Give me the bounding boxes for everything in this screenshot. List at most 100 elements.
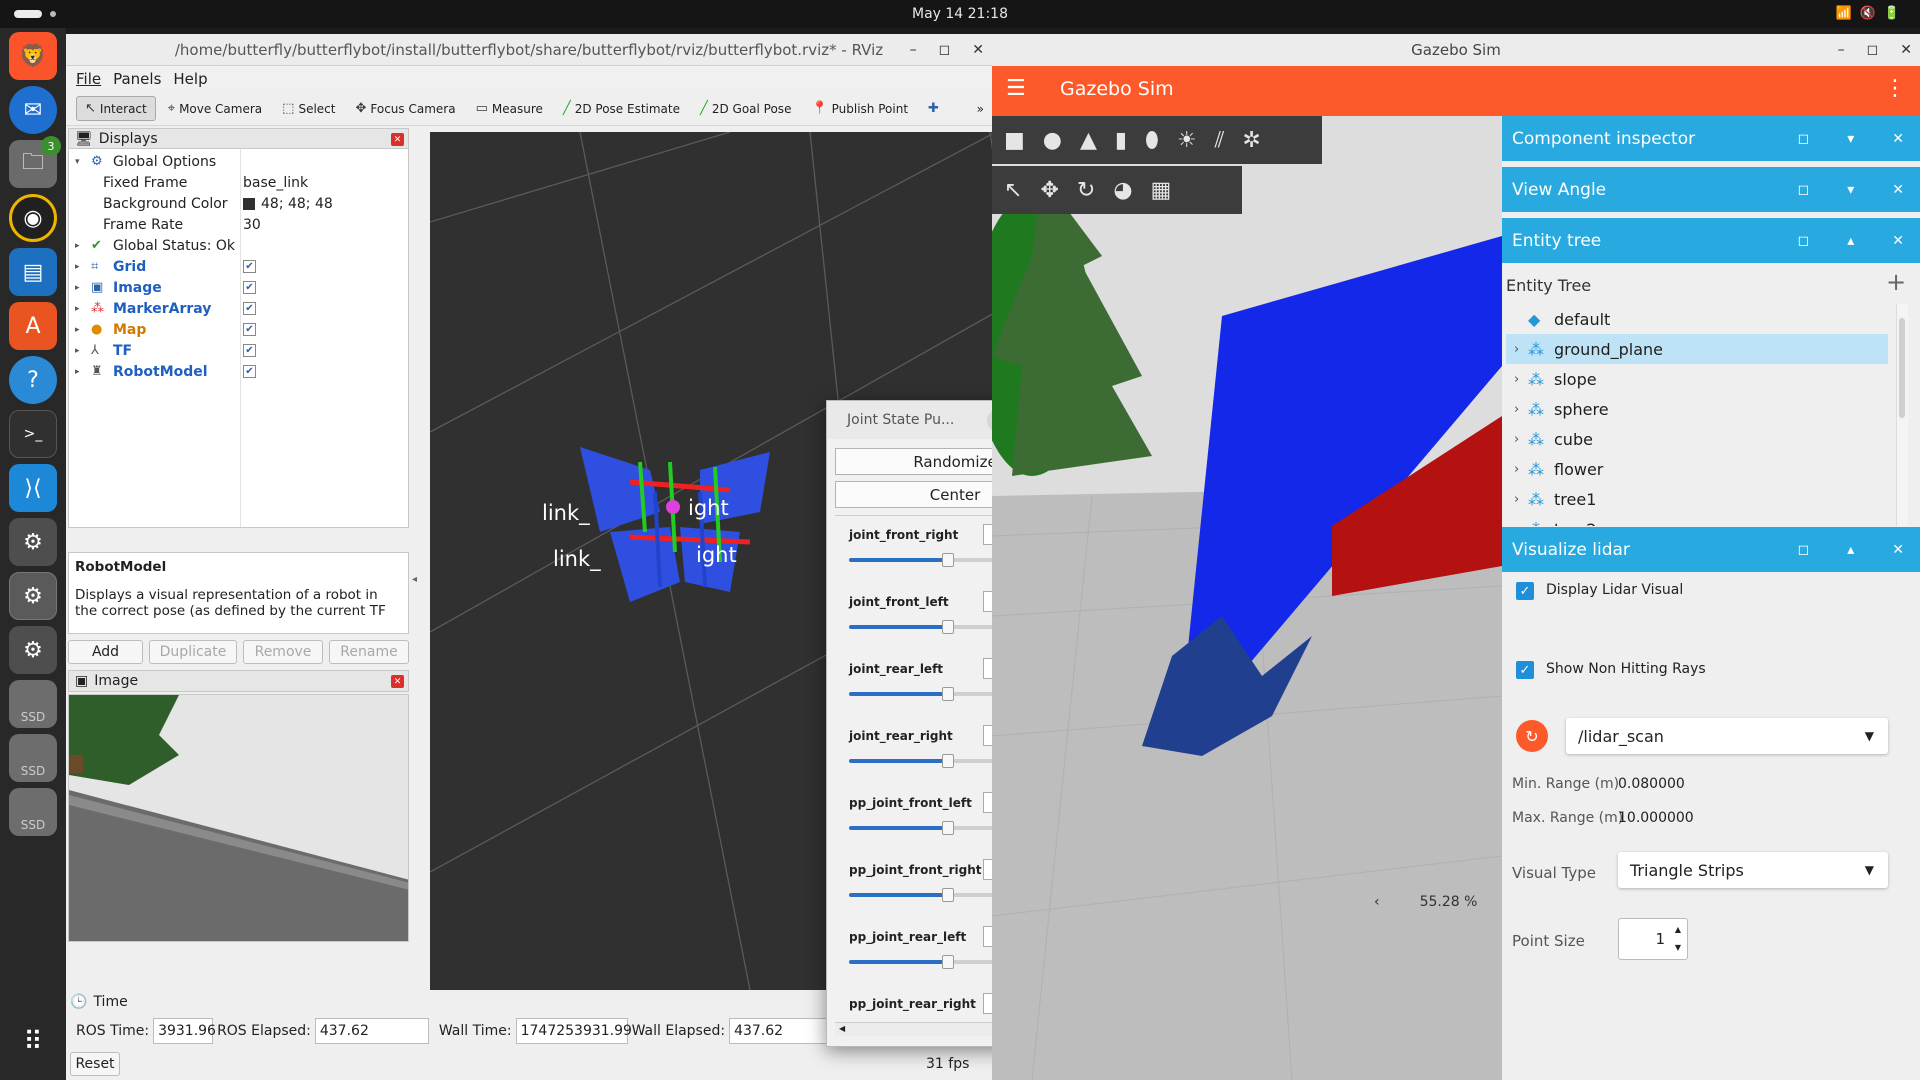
- close-panel-icon[interactable]: ✕: [391, 133, 404, 146]
- remove-button[interactable]: Remove: [243, 640, 323, 664]
- cone-icon[interactable]: ▲: [1080, 128, 1097, 153]
- visualize-lidar-header[interactable]: Visualize lidar ◻ ▴ ✕: [1502, 527, 1920, 575]
- tool-select[interactable]: ⬚ Select: [274, 97, 343, 120]
- gazebo-window-title[interactable]: Gazebo Sim: [992, 34, 1920, 66]
- tool-focus-camera[interactable]: ✥ Focus Camera: [347, 97, 463, 120]
- tree-row-map[interactable]: ▸ ● Map ✔: [69, 319, 408, 340]
- settings-gear-icon[interactable]: ⚙: [9, 518, 57, 566]
- enable-checkbox[interactable]: ✔: [243, 281, 256, 294]
- tree-row-tf[interactable]: ▸ ⅄ TF ✔: [69, 340, 408, 361]
- fixed-frame-value[interactable]: base_link: [243, 175, 308, 191]
- tool-interact[interactable]: ↖ Interact: [76, 96, 156, 121]
- enable-checkbox[interactable]: ✔: [243, 323, 256, 336]
- terminal-icon[interactable]: >_: [9, 410, 57, 458]
- cylinder-icon[interactable]: ▮: [1115, 128, 1127, 153]
- expand-arrow-icon[interactable]: ▸: [75, 283, 80, 293]
- tree-row-background-color[interactable]: Background Color 48; 48; 48: [69, 193, 408, 214]
- joint-slider-handle[interactable]: [942, 754, 954, 768]
- joint-slider-handle[interactable]: [942, 620, 954, 634]
- vscode-icon[interactable]: ⟩⟨: [9, 464, 57, 512]
- scroll-thumb[interactable]: [1899, 318, 1905, 418]
- spin-up-icon[interactable]: ▲: [1675, 925, 1681, 934]
- rviz-title[interactable]: /home/butterfly/butterflybot/install/but…: [66, 34, 992, 66]
- expand-arrow-icon[interactable]: ▸: [75, 262, 80, 272]
- spot-light-icon[interactable]: ✲: [1242, 128, 1260, 153]
- tool-2d-pose-estimate[interactable]: ╱ 2D Pose Estimate: [555, 97, 688, 120]
- ros-time-field[interactable]: 3931.96: [153, 1018, 216, 1044]
- enable-checkbox[interactable]: ✔: [243, 344, 256, 357]
- tree-row-image[interactable]: ▸ ▣ Image ✔: [69, 277, 408, 298]
- background-color-value[interactable]: 48; 48; 48: [243, 196, 333, 212]
- close-icon[interactable]: ✕: [972, 42, 984, 58]
- float-icon[interactable]: ◻: [1798, 131, 1810, 147]
- kebab-menu-icon[interactable]: ⋮: [1884, 76, 1906, 101]
- enable-checkbox[interactable]: ✔: [243, 260, 256, 273]
- float-icon[interactable]: ◻: [1798, 182, 1810, 198]
- rhythmbox-icon[interactable]: ◉: [9, 194, 57, 242]
- chevron-right-icon[interactable]: ›: [1514, 342, 1519, 357]
- entity-tree-header[interactable]: Entity tree ◻ ▴ ✕: [1502, 218, 1920, 266]
- tree-row-frame-rate[interactable]: Frame Rate 30: [69, 214, 408, 235]
- entity-row-sphere[interactable]: › ⁂ sphere: [1506, 394, 1888, 424]
- chevron-right-icon[interactable]: ›: [1514, 432, 1519, 447]
- visual-type-select[interactable]: Triangle Strips ▼: [1618, 852, 1888, 888]
- expand-arrow-icon[interactable]: ▸: [75, 325, 80, 335]
- frame-rate-value[interactable]: 30: [243, 217, 261, 233]
- menu-file[interactable]: File: [76, 70, 101, 88]
- joint-slider-handle[interactable]: [942, 553, 954, 567]
- close-icon[interactable]: ✕: [1892, 182, 1904, 198]
- capsule-icon[interactable]: ⬮: [1145, 128, 1159, 153]
- spin-down-icon[interactable]: ▼: [1675, 943, 1681, 952]
- float-icon[interactable]: ◻: [1798, 233, 1810, 249]
- sphere-icon[interactable]: ●: [1043, 128, 1062, 153]
- duplicate-button[interactable]: Duplicate: [149, 640, 237, 664]
- app-center-icon[interactable]: A: [9, 302, 57, 350]
- chevron-right-icon[interactable]: ›: [1514, 402, 1519, 417]
- maximize-icon[interactable]: ◻: [939, 42, 951, 58]
- expand-icon[interactable]: ▴: [1847, 542, 1854, 558]
- entity-row-slope[interactable]: › ⁂ slope: [1506, 364, 1888, 394]
- add-entity-icon[interactable]: +: [1886, 268, 1906, 296]
- rviz-gear-icon[interactable]: ⚙: [9, 572, 57, 620]
- help-icon[interactable]: ?: [9, 356, 57, 404]
- snap-icon[interactable]: ◕: [1113, 178, 1132, 203]
- non-hitting-rays-checkbox[interactable]: ✓: [1516, 661, 1534, 679]
- select-mode-icon[interactable]: ↖: [1004, 178, 1022, 203]
- entity-row-tree1[interactable]: › ⁂ tree1: [1506, 484, 1888, 514]
- joint-slider-handle[interactable]: [942, 821, 954, 835]
- add-button[interactable]: Add: [68, 640, 143, 664]
- refresh-icon[interactable]: ↻: [1516, 720, 1548, 752]
- close-icon[interactable]: ✕: [1892, 542, 1904, 558]
- ros-elapsed-field[interactable]: 437.62: [314, 1018, 429, 1044]
- joint-slider-handle[interactable]: [942, 955, 954, 969]
- gazebo-gear-icon[interactable]: ⚙: [9, 626, 57, 674]
- wall-elapsed-field[interactable]: 437.62: [729, 1018, 830, 1044]
- tree-row-fixed-frame[interactable]: Fixed Frame base_link: [69, 172, 408, 193]
- entity-row-default[interactable]: ◆ default: [1506, 304, 1888, 334]
- expand-arrow-icon[interactable]: ▸: [75, 367, 80, 377]
- splitter-arrow-icon[interactable]: ◂: [412, 574, 417, 585]
- ssd-drive-icon[interactable]: SSD: [9, 734, 57, 782]
- ssd-drive-icon[interactable]: SSD: [9, 788, 57, 836]
- hamburger-menu-icon[interactable]: ☰: [1006, 76, 1026, 101]
- entity-scrollbar[interactable]: [1896, 304, 1908, 526]
- toolbar-overflow[interactable]: »: [969, 98, 992, 120]
- thunderbird-icon[interactable]: ✉: [9, 86, 57, 134]
- tree-row-robot-model[interactable]: ▸ ♜ RobotModel ✔: [69, 361, 408, 382]
- directional-light-icon[interactable]: ⫽: [1215, 128, 1225, 153]
- joint-slider-handle[interactable]: [942, 888, 954, 902]
- wall-time-field[interactable]: 1747253931.99: [515, 1018, 632, 1044]
- expand-arrow-icon[interactable]: ▾: [75, 157, 80, 167]
- sun-light-icon[interactable]: ☀: [1177, 128, 1197, 153]
- files-icon[interactable]: 🗀 3: [9, 136, 61, 188]
- expand-arrow-icon[interactable]: ▸: [75, 241, 80, 251]
- enable-checkbox[interactable]: ✔: [243, 365, 256, 378]
- reset-button[interactable]: Reset: [70, 1052, 120, 1076]
- component-inspector-header[interactable]: Component inspector ◻ ▾ ✕: [1502, 116, 1920, 164]
- rename-button[interactable]: Rename: [329, 640, 409, 664]
- brave-browser-icon[interactable]: 🦁: [9, 32, 57, 80]
- display-lidar-checkbox[interactable]: ✓: [1516, 582, 1534, 600]
- show-apps-icon[interactable]: ⠿: [9, 1018, 57, 1066]
- rotate-icon[interactable]: ↻: [1077, 178, 1095, 203]
- tree-row-global-options[interactable]: ▾ ⚙ Global Options: [69, 151, 408, 172]
